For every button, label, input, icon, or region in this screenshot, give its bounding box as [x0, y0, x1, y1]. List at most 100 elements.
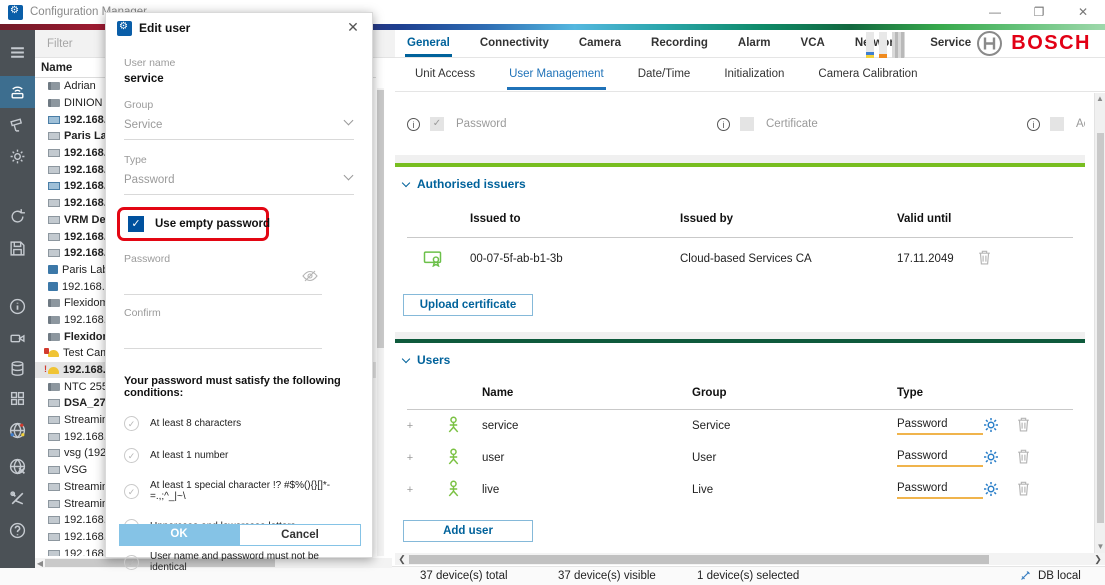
devices-icon[interactable]	[0, 76, 35, 108]
reload-icon[interactable]	[0, 202, 35, 230]
sub-tabs: Unit Access User Management Date/Time Initi…	[395, 58, 1105, 92]
load-meters	[866, 32, 905, 58]
devices-visible: 37 device(s) visible	[558, 570, 656, 582]
save-icon[interactable]	[0, 234, 35, 262]
user-group-value: Live	[692, 484, 897, 496]
cameras-icon[interactable]	[0, 110, 35, 138]
delete-user-icon[interactable]	[1017, 417, 1051, 435]
chevron-down-icon	[344, 116, 354, 126]
username-label: User name	[124, 57, 354, 69]
eye-off-icon[interactable]	[302, 269, 318, 287]
filter-input[interactable]: Filter	[47, 38, 73, 50]
subtab-initialization[interactable]: Initialization	[722, 59, 786, 90]
cancel-button[interactable]: Cancel	[239, 524, 361, 546]
user-settings-gear-icon[interactable]	[983, 417, 1017, 436]
scroll-up-icon[interactable]: ▲	[1095, 93, 1105, 105]
delete-issuer-icon[interactable]	[978, 250, 1018, 268]
condition-check-icon: ✓	[124, 448, 139, 463]
user-settings-gear-icon[interactable]	[983, 449, 1017, 468]
expand-row-icon[interactable]: +	[395, 452, 425, 464]
tools-icon[interactable]	[0, 484, 35, 512]
tab-connectivity[interactable]: Connectivity	[478, 31, 551, 57]
subtab-user-management[interactable]: User Management	[507, 59, 606, 90]
user-group-value: Service	[692, 420, 897, 432]
main-hscroll-thumb[interactable]	[409, 555, 989, 564]
subtab-unit-access[interactable]: Unit Access	[413, 59, 477, 90]
user-row: +serviceServicePassword	[395, 410, 1085, 442]
user-icon	[425, 480, 482, 500]
password-input[interactable]	[124, 265, 322, 295]
cam-icon	[48, 299, 60, 307]
network-offline-icon[interactable]	[0, 452, 35, 480]
main-horizontal-scrollbar[interactable]: ❮ ❯	[395, 553, 1105, 565]
menu-icon[interactable]	[0, 38, 35, 66]
main-vertical-scrollbar[interactable]: ▲ ▼	[1094, 93, 1105, 553]
expand-row-icon[interactable]: +	[395, 420, 425, 432]
confirm-input[interactable]	[124, 319, 322, 349]
storage-icon[interactable]	[0, 354, 35, 382]
scroll-right-icon[interactable]: ❯	[1091, 554, 1105, 565]
main-tabs: General Connectivity Camera Recording Alarm V…	[395, 30, 1105, 58]
users-section-header[interactable]: Users	[395, 343, 1085, 367]
scroll-left-icon[interactable]: ◀	[35, 559, 45, 568]
condition-label: User name and password must not be ident…	[150, 551, 354, 573]
network-icon[interactable]	[0, 416, 35, 444]
tab-general[interactable]: General	[405, 31, 452, 57]
user-type-select[interactable]: Password	[897, 482, 983, 499]
scroll-down-icon[interactable]: ▼	[1095, 541, 1105, 553]
help-icon[interactable]	[0, 516, 35, 544]
add-user-button[interactable]: Add user	[403, 520, 533, 542]
subtab-camera-calibration[interactable]: Camera Calibration	[816, 59, 919, 90]
apps-icon[interactable]	[0, 384, 35, 412]
chevron-down-icon	[402, 178, 410, 186]
col-group: Group	[692, 387, 897, 399]
enc-icon	[48, 233, 60, 241]
password-checkbox[interactable]: ✓	[430, 117, 444, 131]
use-empty-password-label: Use empty password	[155, 218, 270, 230]
expand-row-icon[interactable]: +	[395, 484, 425, 496]
user-type-select[interactable]: Password	[897, 418, 983, 435]
dialog-close-icon[interactable]: ✕	[344, 19, 362, 36]
dome-lock-icon	[48, 350, 59, 357]
username-value[interactable]: service	[124, 73, 354, 85]
valid-until-value: 17.11.2049	[897, 253, 978, 265]
use-empty-password-checkbox[interactable]: ✓	[128, 216, 144, 232]
upload-certificate-button[interactable]: Upload certificate	[403, 294, 533, 316]
group-select[interactable]: Service	[124, 111, 354, 140]
certificate-checkbox[interactable]	[740, 117, 754, 131]
password-label: Password	[124, 253, 354, 265]
active-directory-checkbox[interactable]	[1050, 117, 1064, 131]
issued-to-value: 00-07-5f-ab-b1-3b	[470, 253, 680, 265]
user-group-value: User	[692, 452, 897, 464]
minimize-button[interactable]: —	[973, 0, 1017, 24]
dialog-title: Edit user	[139, 21, 190, 35]
cam-icon	[48, 383, 60, 391]
info-icon[interactable]: i	[407, 118, 420, 131]
delete-user-icon[interactable]	[1017, 481, 1051, 499]
user-settings-gear-icon[interactable]	[983, 481, 1017, 500]
subtab-date-time[interactable]: Date/Time	[636, 59, 693, 90]
info-icon[interactable]	[0, 292, 35, 320]
tree-vertical-scrollbar[interactable]	[377, 88, 384, 556]
db-connection-icon	[1020, 570, 1031, 584]
col-valid-until: Valid until	[897, 213, 1007, 225]
user-type-select[interactable]: Password	[897, 450, 983, 467]
tab-recording[interactable]: Recording	[649, 31, 710, 57]
tab-camera[interactable]: Camera	[577, 31, 623, 57]
issuers-section-header[interactable]: Authorised issuers	[395, 167, 1085, 191]
tab-vca[interactable]: VCA	[799, 31, 827, 57]
info-icon[interactable]: i	[717, 118, 730, 131]
type-select[interactable]: Password	[124, 166, 354, 195]
close-button[interactable]: ✕	[1061, 0, 1105, 24]
restore-button[interactable]: ❐	[1017, 0, 1061, 24]
tab-service[interactable]: Service	[928, 31, 973, 57]
enc-icon	[48, 500, 60, 508]
enc-icon	[48, 416, 60, 424]
tab-alarm[interactable]: Alarm	[736, 31, 773, 57]
delete-user-icon[interactable]	[1017, 449, 1051, 467]
video-icon[interactable]	[0, 324, 35, 352]
settings-icon[interactable]	[0, 142, 35, 170]
ok-button[interactable]: OK	[119, 524, 239, 546]
scroll-left-icon[interactable]: ❮	[395, 554, 409, 565]
info-icon[interactable]: i	[1027, 118, 1040, 131]
